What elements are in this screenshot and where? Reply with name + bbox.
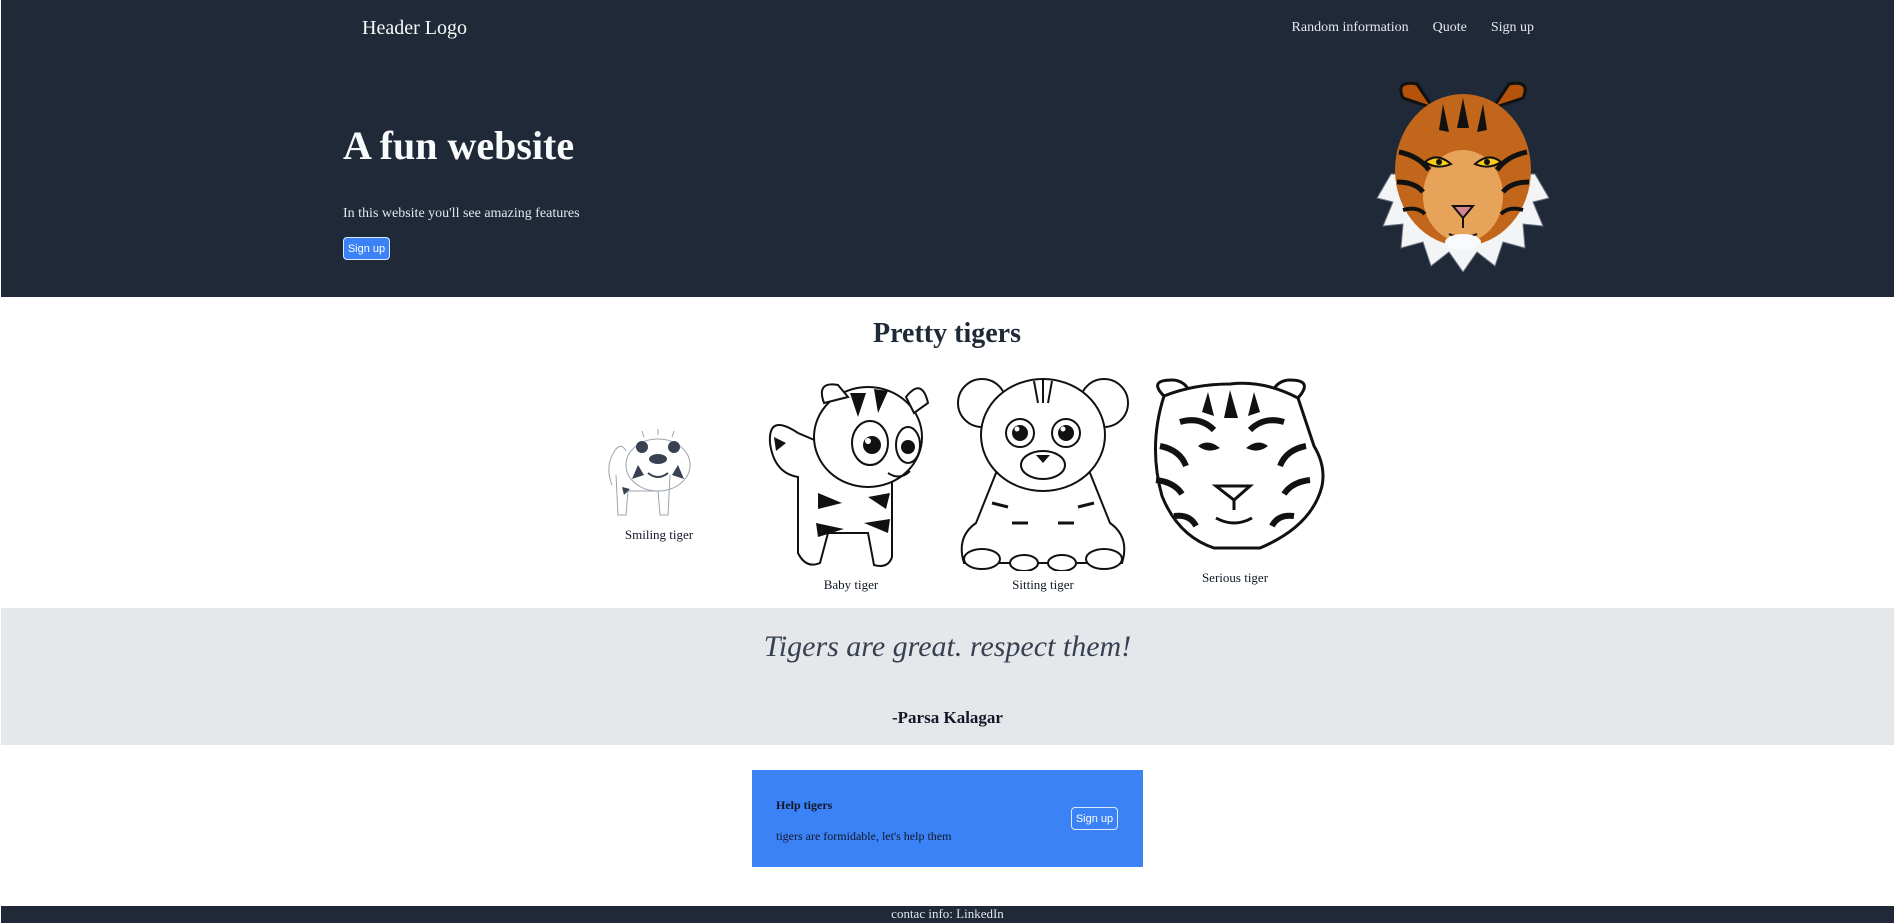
hero-title: A fun website: [343, 123, 575, 168]
hero-subtitle: In this website you'll see amazing featu…: [343, 206, 580, 221]
gallery-caption: Serious tiger: [1201, 570, 1269, 585]
gallery-item: Serious tiger: [1144, 376, 1326, 586]
header-logo[interactable]: Header Logo: [362, 17, 467, 40]
top-nav: Random information Quote Sign up: [1292, 20, 1534, 36]
tiger-face-icon: [1376, 81, 1550, 272]
sitting-tiger-icon: [957, 378, 1129, 571]
hero-sign-up-button[interactable]: Sign up: [343, 237, 390, 260]
nav-link-sign-up[interactable]: Sign up: [1491, 20, 1534, 36]
quote-text: Tigers are great. respect them!: [763, 630, 1132, 663]
quote-section: Tigers are great. respect them! -Parsa K…: [1, 608, 1894, 745]
serious-tiger-icon: [1153, 378, 1325, 550]
baby-tiger-icon: [768, 383, 930, 567]
gallery-caption: Sitting tiger: [1012, 577, 1074, 592]
gallery-item: Smiling tiger: [598, 425, 720, 543]
footer: contac info: LinkedIn: [1, 906, 1894, 923]
gallery-caption: Smiling tiger: [624, 527, 694, 542]
nav-link-random-information[interactable]: Random information: [1292, 20, 1409, 36]
gallery-item: Baby tiger: [758, 373, 944, 593]
gallery-item: Sitting tiger: [952, 373, 1134, 593]
gallery-title: Pretty tigers: [873, 318, 1021, 349]
smiling-tiger-icon: [608, 429, 691, 516]
cta-sign-up-button[interactable]: Sign up: [1071, 807, 1118, 830]
quote-author: -Parsa Kalagar: [892, 708, 1003, 727]
hero-section: Header Logo Random information Quote Sig…: [1, 0, 1894, 297]
cta-card: Help tigers tigers are formidable, let's…: [752, 770, 1143, 867]
cta-text: tigers are formidable, let's help them: [776, 829, 952, 843]
gallery-caption: Baby tiger: [823, 577, 879, 592]
cta-title: Help tigers: [776, 798, 833, 812]
nav-link-quote[interactable]: Quote: [1433, 20, 1467, 36]
